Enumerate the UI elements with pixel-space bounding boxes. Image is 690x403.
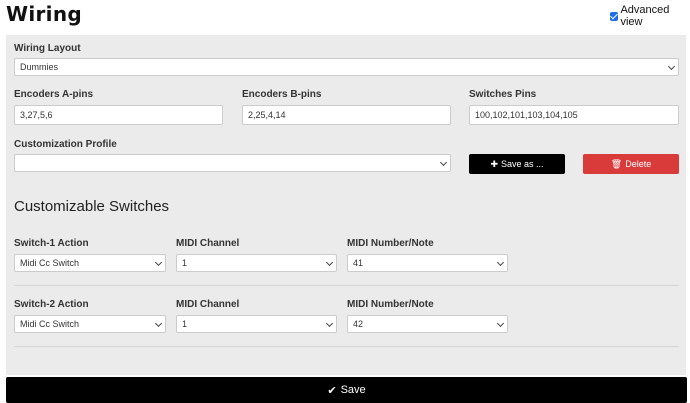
chevron-down-icon xyxy=(325,319,334,328)
switch-1-channel-select[interactable]: 1 xyxy=(176,254,337,272)
chevron-down-icon xyxy=(496,258,505,267)
switches-pins-value: 100,102,101,103,104,105 xyxy=(475,110,578,120)
switch-2-channel-label: MIDI Channel xyxy=(176,299,240,310)
chevron-down-icon xyxy=(496,319,505,328)
page-title: Wiring xyxy=(6,2,82,26)
delete-label: Delete xyxy=(625,159,652,169)
wiring-layout-value: Dummies xyxy=(20,62,59,72)
switches-pins-input[interactable]: 100,102,101,103,104,105 xyxy=(469,105,679,125)
checkbox-checked-icon[interactable] xyxy=(610,11,619,21)
chevron-down-icon xyxy=(154,258,163,267)
switch-2-action-value: Midi Cc Switch xyxy=(20,319,80,329)
advanced-view-label: Advanced view xyxy=(620,4,670,28)
switch-2-action-label: Switch-2 Action xyxy=(14,299,89,310)
save-button[interactable]: ✔ Save xyxy=(6,377,687,403)
chevron-down-icon xyxy=(325,258,334,267)
encoders-b-label: Encoders B-pins xyxy=(242,89,322,100)
trash-icon: 🗑 xyxy=(610,158,623,169)
switch-2-channel-value: 1 xyxy=(182,319,188,329)
encoders-b-input[interactable]: 2,25,4,14 xyxy=(242,105,451,125)
switch-2-channel-select[interactable]: 1 xyxy=(176,315,337,333)
row-divider xyxy=(14,346,679,347)
encoders-a-input[interactable]: 3,27,5,6 xyxy=(14,105,223,125)
delete-button[interactable]: 🗑 Delete xyxy=(583,154,679,174)
encoders-a-label: Encoders A-pins xyxy=(14,89,94,100)
switch-1-number-value: 41 xyxy=(353,258,364,268)
switch-2-number-label: MIDI Number/Note xyxy=(347,299,434,310)
switch-1-action-select[interactable]: Midi Cc Switch xyxy=(14,254,166,272)
save-as-label: Save as ... xyxy=(501,159,544,169)
plus-icon: ✚ xyxy=(490,158,498,169)
wiring-layout-select[interactable]: Dummies xyxy=(14,58,679,76)
chevron-down-icon xyxy=(667,62,676,71)
wiring-layout-label: Wiring Layout xyxy=(14,43,81,54)
save-label: Save xyxy=(340,384,366,396)
save-as-button[interactable]: ✚ Save as ... xyxy=(469,154,565,174)
chevron-down-icon xyxy=(154,319,163,328)
wiring-page: Wiring Advanced view Wiring Layout Dummi… xyxy=(0,0,690,403)
encoders-a-value: 3,27,5,6 xyxy=(20,110,53,120)
switch-1-action-value: Midi Cc Switch xyxy=(20,258,80,268)
customization-profile-select[interactable] xyxy=(14,154,451,172)
chevron-down-icon xyxy=(439,158,448,167)
switch-1-number-label: MIDI Number/Note xyxy=(347,238,434,249)
switches-pins-label: Switches Pins xyxy=(469,89,537,100)
row-divider xyxy=(14,285,679,286)
switch-2-action-select[interactable]: Midi Cc Switch xyxy=(14,315,166,333)
check-icon: ✔ xyxy=(327,384,337,397)
switch-2-number-value: 42 xyxy=(353,319,364,329)
customization-profile-label: Customization Profile xyxy=(14,139,117,150)
switch-2-number-select[interactable]: 42 xyxy=(347,315,508,333)
customizable-switches-title: Customizable Switches xyxy=(14,198,170,215)
switch-1-action-label: Switch-1 Action xyxy=(14,238,89,249)
switch-1-number-select[interactable]: 41 xyxy=(347,254,508,272)
switch-1-channel-label: MIDI Channel xyxy=(176,238,240,249)
advanced-view-toggle[interactable]: Advanced view xyxy=(610,4,690,28)
encoders-b-value: 2,25,4,14 xyxy=(248,110,286,120)
switch-1-channel-value: 1 xyxy=(182,258,188,268)
